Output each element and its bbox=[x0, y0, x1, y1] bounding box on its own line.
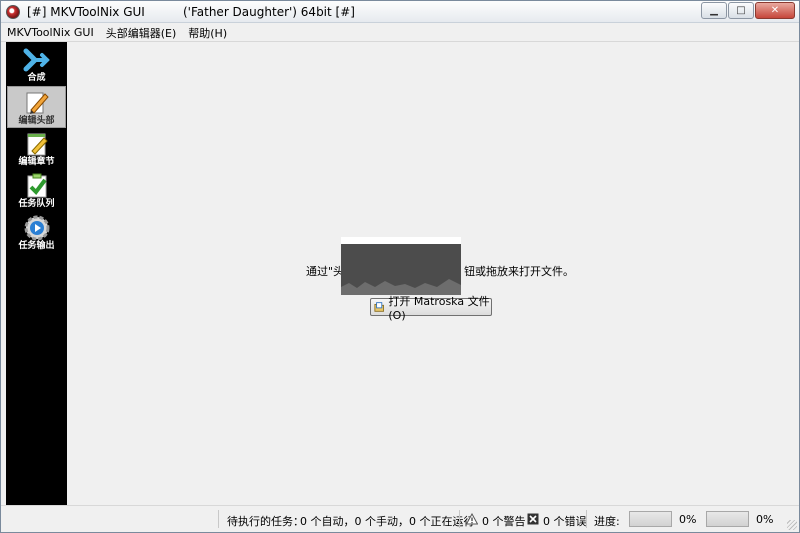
sidebar: 合成 编辑头部 编辑章节 任务队列 任务输出 bbox=[6, 42, 67, 505]
menu-help[interactable]: 帮助(H) bbox=[188, 25, 227, 41]
pending-jobs-label: 待执行的任务： bbox=[227, 515, 304, 528]
current-job-progress-bar bbox=[629, 511, 672, 527]
window-title: [#] MKVToolNix GUI ('Father Daughter') 6… bbox=[27, 5, 355, 19]
edit-header-icon bbox=[26, 92, 49, 114]
sidebar-item-label: 编辑头部 bbox=[18, 116, 55, 126]
sidebar-item-label: 任务队列 bbox=[18, 199, 55, 209]
sidebar-item-edit-header[interactable]: 编辑头部 bbox=[7, 86, 66, 128]
warnings-count[interactable]: 0 个警告 bbox=[482, 513, 526, 529]
total-progress-value: 0% bbox=[756, 513, 774, 526]
maximize-button[interactable]: □ bbox=[728, 2, 754, 19]
edit-chapters-icon bbox=[27, 133, 48, 156]
sidebar-item-merge[interactable]: 合成 bbox=[7, 44, 66, 86]
menu-header-editor[interactable]: 头部编辑器(E) bbox=[106, 25, 177, 41]
sidebar-item-label: 编辑章节 bbox=[18, 157, 55, 167]
sidebar-item-label: 任务输出 bbox=[18, 241, 55, 251]
app-icon bbox=[6, 5, 20, 19]
sidebar-item-job-queue[interactable]: 任务队列 bbox=[7, 170, 66, 212]
total-progress-bar bbox=[706, 511, 749, 527]
error-icon bbox=[527, 513, 539, 525]
pending-jobs-counts: 0 个自动，0 个手动，0 个正在运行 bbox=[300, 515, 475, 528]
app-window: [#] MKVToolNix GUI ('Father Daughter') 6… bbox=[0, 0, 800, 533]
thumbnail-overlay bbox=[341, 237, 461, 295]
menu-bar: MKVToolNix GUI 头部编辑器(E) 帮助(H) bbox=[1, 24, 799, 42]
status-bar: 待执行的任务： 0 个自动，0 个手动，0 个正在运行 0 个警告 0 个错误 … bbox=[1, 505, 799, 532]
sidebar-item-label: 合成 bbox=[27, 73, 46, 83]
sidebar-item-edit-chapters[interactable]: 编辑章节 bbox=[7, 128, 66, 170]
status-divider bbox=[218, 510, 219, 528]
menu-mkvtoolnix[interactable]: MKVToolNix GUI bbox=[7, 26, 94, 39]
job-queue-icon bbox=[27, 173, 47, 198]
hint-text-right: 钮或拖放来打开文件。 bbox=[464, 265, 575, 278]
status-divider bbox=[586, 510, 587, 528]
open-file-icon bbox=[374, 302, 384, 312]
hint-text-left: 通过"头 bbox=[306, 265, 345, 278]
errors-count[interactable]: 0 个错误 bbox=[543, 513, 587, 529]
status-divider bbox=[459, 510, 460, 528]
job-output-icon bbox=[24, 215, 49, 241]
sidebar-item-job-output[interactable]: 任务输出 bbox=[7, 212, 66, 254]
open-matroska-button[interactable]: 打开 Matroska 文件(O) bbox=[370, 295, 492, 322]
warning-icon bbox=[466, 513, 478, 525]
window-controls: ▁ □ ✕ bbox=[701, 2, 795, 19]
minimize-button[interactable]: ▁ bbox=[701, 2, 727, 19]
title-bar[interactable]: [#] MKVToolNix GUI ('Father Daughter') 6… bbox=[1, 1, 799, 23]
resize-grip[interactable] bbox=[787, 520, 797, 530]
progress-label: 进度: bbox=[594, 515, 620, 528]
open-matroska-label: 打开 Matroska 文件(O) bbox=[388, 294, 490, 322]
current-job-progress-value: 0% bbox=[679, 513, 697, 526]
main-panel: 通过"头 钮或拖放来打开文件。 打开 Matroska 文件(O) bbox=[67, 42, 799, 505]
close-button[interactable]: ✕ bbox=[755, 2, 795, 19]
merge-icon bbox=[23, 48, 50, 72]
